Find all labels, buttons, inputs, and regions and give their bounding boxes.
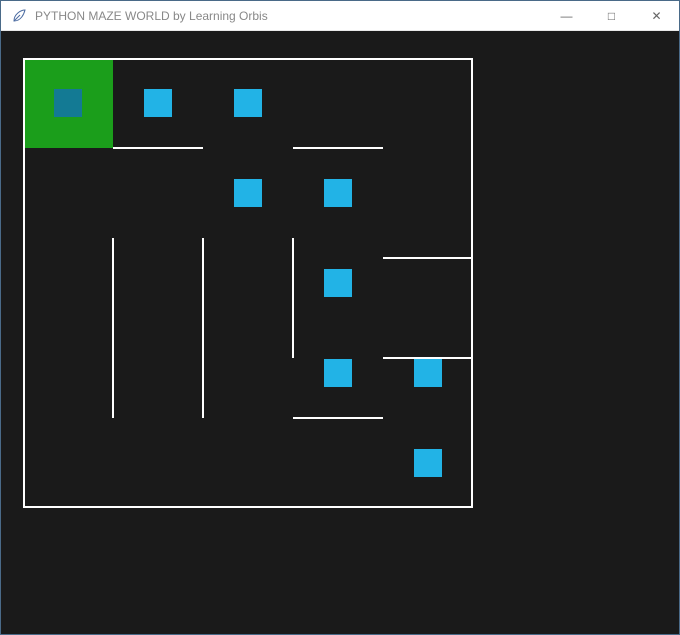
agent-marker bbox=[144, 89, 172, 117]
window-title: PYTHON MAZE WORLD by Learning Orbis bbox=[35, 9, 544, 23]
agent-marker bbox=[234, 89, 262, 117]
maze-wall bbox=[383, 257, 473, 259]
maze-wall bbox=[112, 238, 114, 418]
maze-wall bbox=[293, 417, 383, 419]
close-button[interactable]: ✕ bbox=[634, 1, 679, 31]
app-window: PYTHON MAZE WORLD by Learning Orbis — □ … bbox=[0, 0, 680, 635]
agent-marker bbox=[324, 359, 352, 387]
maze-wall bbox=[202, 238, 204, 418]
maze-wall bbox=[292, 238, 294, 358]
titlebar[interactable]: PYTHON MAZE WORLD by Learning Orbis — □ … bbox=[1, 1, 679, 31]
maximize-button[interactable]: □ bbox=[589, 1, 634, 31]
maze-wall bbox=[293, 147, 383, 149]
client-area bbox=[1, 31, 679, 634]
agent-marker bbox=[234, 179, 262, 207]
maze-wall bbox=[113, 147, 203, 149]
feather-icon bbox=[11, 8, 27, 24]
maze-wall bbox=[383, 357, 473, 359]
goal-marker bbox=[54, 89, 82, 117]
agent-marker bbox=[324, 179, 352, 207]
minimize-button[interactable]: — bbox=[544, 1, 589, 31]
agent-marker bbox=[414, 449, 442, 477]
maze-canvas bbox=[23, 58, 473, 508]
agent-marker bbox=[324, 269, 352, 297]
agent-marker bbox=[414, 359, 442, 387]
